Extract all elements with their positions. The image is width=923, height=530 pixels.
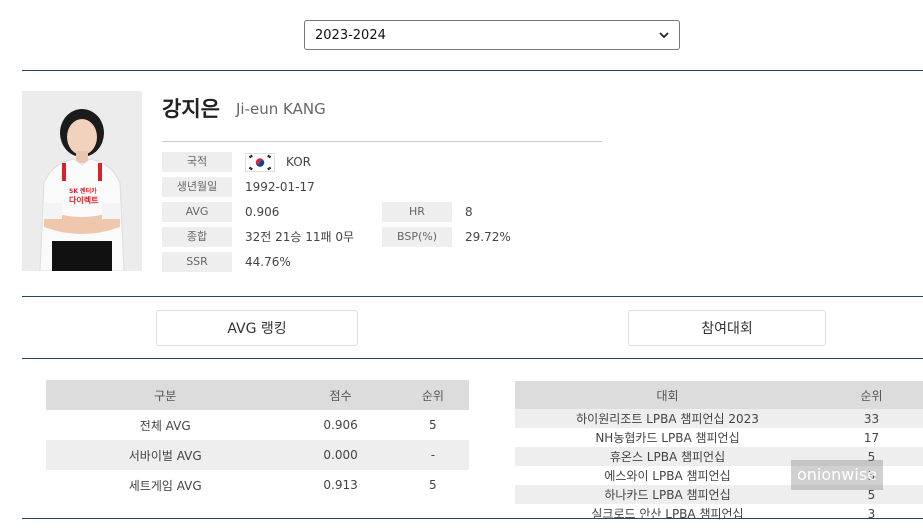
tournament-name[interactable]: 하이원리조트 LPBA 챔피언십 2023 [515, 409, 820, 428]
bsp-label: BSP(%) [382, 227, 452, 247]
hr-label: HR [382, 202, 452, 222]
name-divider [162, 141, 602, 142]
tournament-name[interactable]: 실크로드 안산 LPBA 챔피언십 [515, 504, 820, 523]
table-header: 순위 [396, 380, 469, 410]
season-select-value: 2023-2024 [315, 27, 386, 43]
record-value: 32전 21승 11패 0무 [245, 230, 355, 244]
korea-flag-icon [245, 153, 275, 172]
table-cell: 0.906 [323, 418, 358, 432]
season-select[interactable]: 2023-2024 [304, 20, 680, 50]
table-cell: 5 [429, 418, 437, 432]
chevron-down-icon [659, 32, 669, 39]
tab-avg-ranking[interactable]: AVG 랭킹 [156, 310, 358, 346]
hr-value: 8 [465, 205, 473, 219]
table-cell: 5 [429, 478, 437, 492]
table-cell: 0.000 [284, 440, 397, 470]
bsp-value: 29.72% [465, 230, 511, 244]
avg-value: 0.906 [245, 205, 280, 219]
table-cell: 서바이벌 AVG [46, 440, 285, 470]
table-row[interactable]: 하이원리조트 LPBA 챔피언십 2023 33 [515, 409, 923, 428]
tournament-name[interactable]: NH농협카드 LPBA 챔피언십 [515, 428, 820, 447]
table-cell: 전체 AVG [139, 418, 191, 433]
table-header: 점수 [284, 380, 397, 410]
table-row: 전체 AVG 0.906 5 [46, 410, 469, 440]
tournament-name[interactable]: 에스와이 LPBA 챔피언십 [515, 466, 820, 485]
table-header: 구분 [46, 380, 285, 410]
table-header: 순위 [820, 381, 923, 409]
birth-label: 생년월일 [162, 177, 232, 197]
tournament-name[interactable]: 하나카드 LPBA 챔피언십 [515, 485, 820, 504]
table-header: 대회 [515, 381, 820, 409]
tab-tournaments[interactable]: 참여대회 [628, 310, 826, 346]
tournament-table: 대회 순위 하이원리조트 LPBA 챔피언십 2023 33 NH농협카드 LP… [515, 381, 923, 523]
watermark: onionwise [791, 460, 883, 490]
tournament-rank: 17 [863, 430, 880, 445]
birth-value: 1992-01-17 [245, 180, 315, 194]
table-row[interactable]: NH농협카드 LPBA 챔피언십 17 [515, 428, 923, 447]
nationality-label: 국적 [162, 152, 232, 172]
player-photo: SK 렌터카 다이렉트 [22, 91, 142, 271]
table-row: 서바이벌 AVG 0.000 - [46, 440, 469, 470]
tournament-rank: 3 [867, 506, 876, 521]
tournament-rank: 33 [820, 409, 923, 428]
table-cell: 세트게임 AVG [128, 478, 202, 493]
divider [22, 518, 923, 519]
photo-brand-top: SK 렌터카 [69, 188, 97, 195]
avg-label: AVG [162, 202, 232, 222]
avg-ranking-table: 구분 점수 순위 전체 AVG 0.906 5 서바이벌 AVG 0.000 -… [46, 380, 469, 500]
table-cell: 0.913 [323, 478, 358, 492]
table-row: 세트게임 AVG 0.913 5 [46, 470, 469, 500]
table-cell: - [396, 440, 469, 470]
table-row[interactable]: 실크로드 안산 LPBA 챔피언십 3 [515, 504, 923, 523]
record-label: 종합 [162, 227, 232, 247]
nationality-value: KOR [286, 155, 311, 169]
photo-brand-main: 다이렉트 [69, 196, 99, 205]
ssr-label: SSR [162, 252, 232, 272]
player-name-en: Ji-eun KANG [236, 100, 326, 118]
divider [22, 296, 923, 297]
player-name-ko: 강지은 [162, 97, 220, 121]
ssr-value: 44.76% [245, 255, 291, 269]
divider [22, 70, 923, 71]
divider [22, 358, 923, 359]
tournament-name[interactable]: 휴온스 LPBA 챔피언십 [515, 447, 820, 466]
